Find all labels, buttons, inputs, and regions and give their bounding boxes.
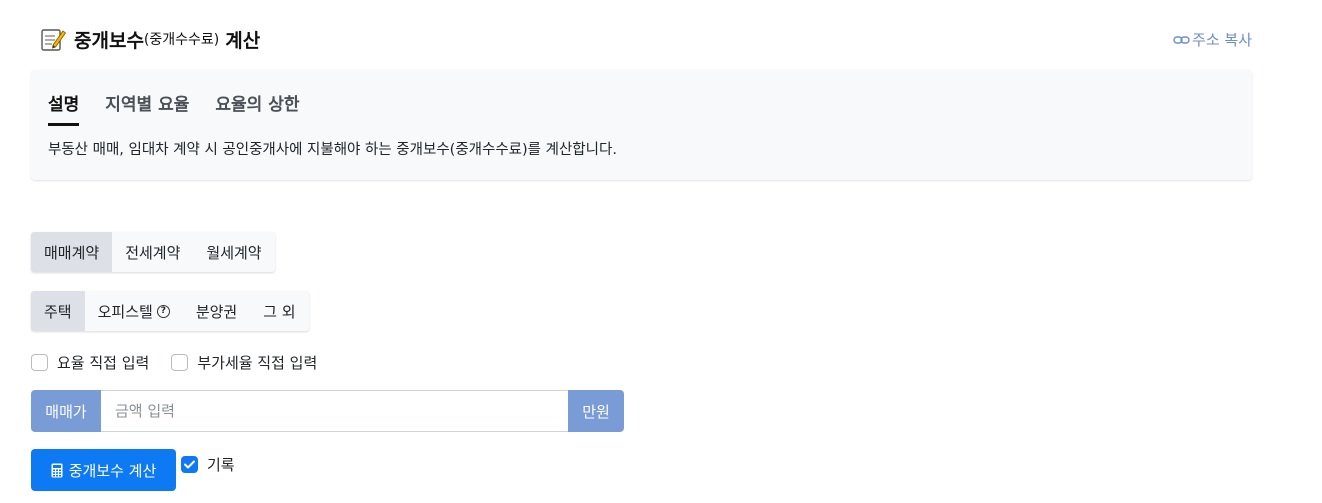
- title-tail: 계산: [225, 29, 261, 52]
- rate-direct-box[interactable]: [31, 354, 48, 371]
- info-card: 설명 지역별 요율 요율의 상한 부동산 매매, 임대차 계약 시 공인중개사에…: [31, 70, 1252, 180]
- memo-icon: [41, 29, 66, 51]
- property-officetel-option[interactable]: 오피스텔 ?: [85, 291, 183, 331]
- title-main: 중개보수: [74, 29, 144, 52]
- question-circle-icon[interactable]: ?: [156, 304, 170, 318]
- property-officetel-label: 오피스텔: [97, 302, 153, 321]
- vat-direct-checkbox[interactable]: 부가세율 직접 입력: [171, 352, 317, 373]
- contract-sale-option[interactable]: 매매계약: [31, 232, 113, 272]
- rate-direct-checkbox[interactable]: 요율 직접 입력: [31, 352, 149, 373]
- calculator-icon: [51, 463, 63, 477]
- copy-url-label: 주소 복사: [1192, 31, 1252, 49]
- check-icon: [184, 460, 195, 469]
- page-title: 중개보수 (중개수수료) 계산: [40, 24, 260, 54]
- calculate-button[interactable]: 중개보수 계산: [31, 449, 176, 491]
- vat-direct-label: 부가세율 직접 입력: [197, 354, 318, 372]
- property-house-option[interactable]: 주택: [31, 291, 85, 331]
- tab-rate-limits[interactable]: 요율의 상한: [215, 90, 299, 126]
- amount-input[interactable]: [101, 390, 568, 432]
- record-label: 기록: [207, 456, 235, 474]
- tab-description[interactable]: 설명: [48, 90, 80, 126]
- title-sub: (중개수수료): [143, 32, 220, 48]
- contract-monthly-option[interactable]: 월세계약: [193, 232, 274, 272]
- record-box[interactable]: [181, 456, 198, 473]
- option-checkboxes: 요율 직접 입력 부가세율 직접 입력: [31, 352, 317, 373]
- link-icon: [1173, 35, 1190, 44]
- rate-direct-label: 요율 직접 입력: [57, 354, 150, 372]
- contract-jeonse-option[interactable]: 전세계약: [112, 232, 193, 272]
- property-other-option[interactable]: 그 외: [250, 291, 308, 331]
- vat-direct-box[interactable]: [171, 354, 189, 371]
- calculate-button-label: 중개보수 계산: [68, 461, 157, 480]
- property-presale-option[interactable]: 분양권: [183, 291, 250, 331]
- record-checkbox[interactable]: 기록: [181, 454, 235, 475]
- amount-input-group: 매매가 만원: [31, 390, 624, 432]
- info-description: 부동산 매매, 임대차 계약 시 공인중개사에 지불해야 하는 중개보수(중개수…: [48, 142, 617, 158]
- contract-type-selector: 매매계약 전세계약 월세계약: [31, 232, 275, 272]
- info-tabs: 설명 지역별 요율 요율의 상한: [48, 90, 300, 126]
- amount-prefix: 매매가: [31, 390, 101, 432]
- copy-url-link[interactable]: 주소 복사: [1173, 29, 1252, 50]
- amount-unit: 만원: [568, 390, 624, 432]
- property-type-selector: 주택 오피스텔 ? 분양권 그 외: [31, 291, 309, 331]
- tab-regional-rates[interactable]: 지역별 요율: [105, 90, 189, 126]
